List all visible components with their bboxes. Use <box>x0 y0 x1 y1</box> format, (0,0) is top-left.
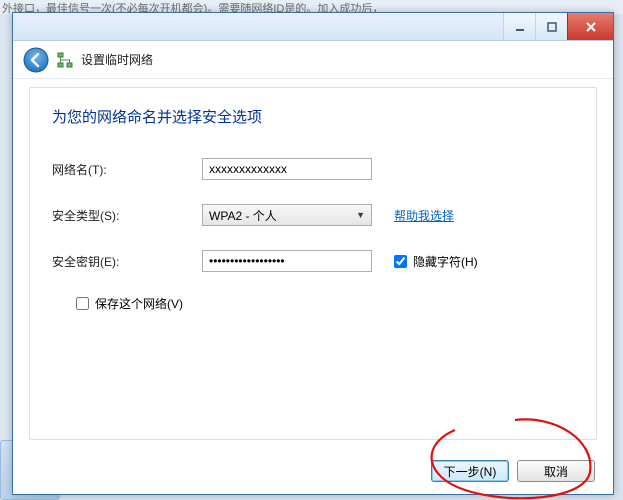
save-network-checkbox[interactable] <box>76 297 89 310</box>
titlebar-spacer <box>13 13 503 40</box>
security-type-value: WPA2 - 个人 <box>209 207 277 224</box>
row-save-network: 保存这个网络(V) <box>76 295 574 312</box>
back-button[interactable] <box>23 47 49 73</box>
close-icon <box>584 20 598 34</box>
wizard-title: 设置临时网络 <box>81 51 153 68</box>
wizard-content: 为您的网络命名并选择安全选项 网络名(T): 安全类型(S): WPA2 - 个… <box>29 87 597 440</box>
security-key-label: 安全密钥(E): <box>52 253 202 270</box>
security-key-input[interactable] <box>202 250 372 272</box>
network-name-input[interactable] <box>202 158 372 180</box>
chevron-down-icon: ▼ <box>356 210 365 220</box>
row-security-type: 安全类型(S): WPA2 - 个人 ▼ 帮助我选择 <box>52 203 574 227</box>
row-network-name: 网络名(T): <box>52 157 574 181</box>
page-heading: 为您的网络命名并选择安全选项 <box>52 106 574 127</box>
wizard-window: 设置临时网络 为您的网络命名并选择安全选项 网络名(T): 安全类型(S): W… <box>12 12 614 495</box>
network-icon <box>57 52 73 68</box>
bg-blur-left <box>0 14 10 500</box>
close-button[interactable] <box>567 13 613 40</box>
hide-chars-label: 隐藏字符(H) <box>413 253 478 270</box>
security-type-dropdown[interactable]: WPA2 - 个人 ▼ <box>202 204 372 226</box>
hide-chars-checkbox[interactable] <box>394 255 407 268</box>
wizard-footer: 下一步(N) 取消 <box>13 448 613 494</box>
titlebar <box>13 13 613 41</box>
row-security-key: 安全密钥(E): 隐藏字符(H) <box>52 249 574 273</box>
minimize-button[interactable] <box>503 13 535 40</box>
wizard-header: 设置临时网络 <box>13 41 613 79</box>
security-type-label: 安全类型(S): <box>52 207 202 224</box>
network-name-label: 网络名(T): <box>52 161 202 178</box>
save-network-label: 保存这个网络(V) <box>95 295 183 312</box>
maximize-button[interactable] <box>535 13 567 40</box>
maximize-icon <box>546 21 558 33</box>
next-button[interactable]: 下一步(N) <box>431 460 509 482</box>
cancel-button[interactable]: 取消 <box>517 460 595 482</box>
help-choose-link[interactable]: 帮助我选择 <box>394 207 454 224</box>
minimize-icon <box>514 21 526 33</box>
